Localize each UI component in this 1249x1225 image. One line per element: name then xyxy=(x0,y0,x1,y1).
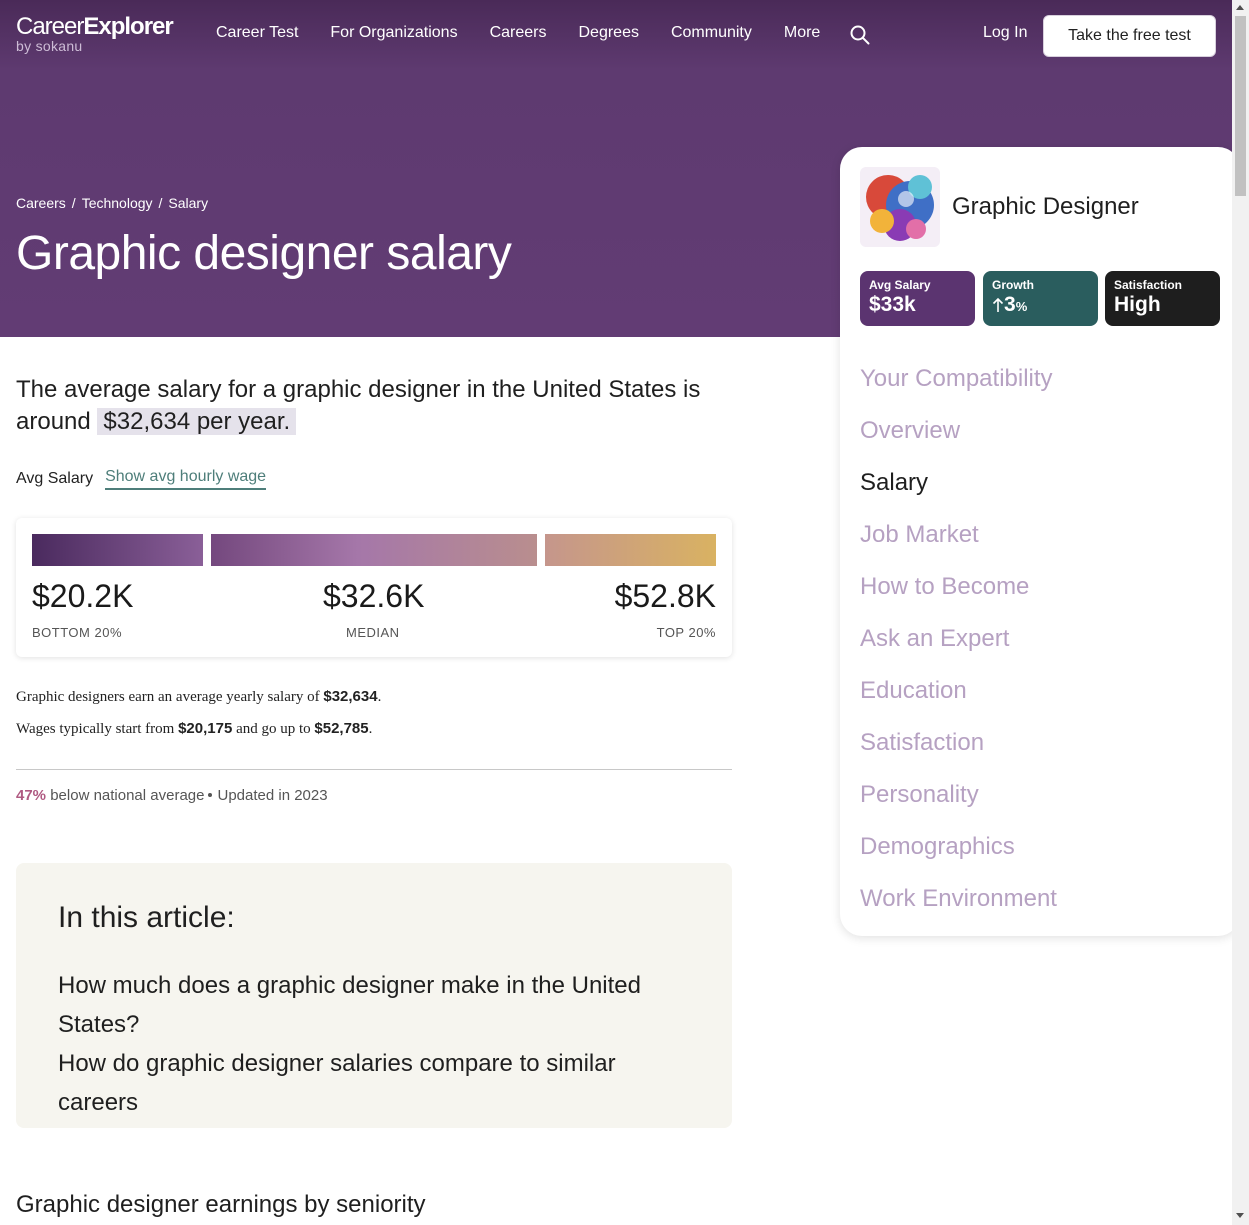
avg-salary-label: Avg Salary xyxy=(16,470,94,487)
side-nav-work-environment[interactable]: Work Environment xyxy=(860,873,1057,925)
side-nav-satisfaction[interactable]: Satisfaction xyxy=(860,717,1057,769)
divider xyxy=(16,769,732,770)
salary-detail-range: Wages typically start from $20,175 and g… xyxy=(16,720,373,737)
salary-range-card: $20.2K $32.6K $52.8K BOTTOM 20% MEDIAN T… xyxy=(16,518,732,657)
logo[interactable]: CareerExplorer by sokanu xyxy=(16,13,174,54)
updated-text: Updated in 2023 xyxy=(217,787,328,804)
career-thumbnail xyxy=(860,167,940,247)
salary-detail-average: Graphic designers earn an average yearly… xyxy=(16,688,382,705)
avg-salary-stat: Avg Salary $33k xyxy=(860,271,975,326)
nav-for-organizations[interactable]: For Organizations xyxy=(330,24,457,42)
scroll-up-arrow-icon[interactable] xyxy=(1236,5,1244,10)
side-nav-compatibility[interactable]: Your Compatibility xyxy=(860,353,1057,405)
side-nav-salary[interactable]: Salary xyxy=(860,457,1057,509)
breadcrumb-separator: / xyxy=(158,195,163,211)
growth-stat: Growth 3% xyxy=(983,271,1098,326)
bullet-separator xyxy=(208,793,213,798)
range-low-caption: BOTTOM 20% xyxy=(32,625,123,640)
range-bar-top xyxy=(545,534,716,566)
toc-title: In this article: xyxy=(58,901,235,934)
search-icon[interactable] xyxy=(850,25,870,45)
page-title: Graphic designer salary xyxy=(16,227,512,280)
logo-wordmark: CareerExplorer xyxy=(16,13,174,40)
side-nav-how-to-become[interactable]: How to Become xyxy=(860,561,1057,613)
toc-item-how-much[interactable]: How much does a graphic designer make in… xyxy=(58,966,698,1044)
side-nav-personality[interactable]: Personality xyxy=(860,769,1057,821)
side-nav-ask-expert[interactable]: Ask an Expert xyxy=(860,613,1057,665)
top-nav: CareerExplorer by sokanu Career Test For… xyxy=(0,0,1232,70)
satisfaction-stat: Satisfaction High xyxy=(1105,271,1220,326)
logo-subtitle: by sokanu xyxy=(16,38,83,54)
career-side-card: Graphic Designer Avg Salary $33k Growth … xyxy=(840,147,1240,936)
range-high-value: $52.8K xyxy=(614,578,716,614)
table-of-contents: In this article: How much does a graphic… xyxy=(16,863,732,1128)
page-scrollbar[interactable] xyxy=(1232,0,1249,1225)
show-hourly-wage-link[interactable]: Show avg hourly wage xyxy=(105,468,267,490)
breadcrumb-technology[interactable]: Technology xyxy=(82,195,153,211)
scroll-down-arrow-icon[interactable] xyxy=(1236,1213,1244,1218)
nav-community[interactable]: Community xyxy=(671,24,752,42)
breadcrumb: Careers / Technology / Salary xyxy=(16,195,208,211)
salary-highlight: $32,634 per year. xyxy=(97,408,297,435)
salary-lead: The average salary for a graphic designe… xyxy=(16,376,701,435)
below-average-percent: 47% xyxy=(16,787,47,804)
nav-more[interactable]: More xyxy=(784,24,820,42)
nav-links: Career Test For Organizations Careers De… xyxy=(216,24,852,42)
nav-careers[interactable]: Careers xyxy=(490,24,547,42)
range-mid-caption: MEDIAN xyxy=(346,625,400,640)
seniority-heading: Graphic designer earnings by seniority xyxy=(16,1191,426,1218)
side-nav-education[interactable]: Education xyxy=(860,665,1057,717)
take-test-button[interactable]: Take the free test xyxy=(1043,15,1216,57)
toc-item-compare[interactable]: How do graphic designer salaries compare… xyxy=(58,1044,698,1122)
nav-degrees[interactable]: Degrees xyxy=(578,24,638,42)
scrollbar-thumb[interactable] xyxy=(1235,16,1246,196)
range-bar-bottom xyxy=(32,534,203,566)
breadcrumb-separator: / xyxy=(71,195,76,211)
salary-meta: 47% below national average Updated in 202… xyxy=(16,787,328,804)
range-high-caption: TOP 20% xyxy=(656,625,716,640)
side-nav-demographics[interactable]: Demographics xyxy=(860,821,1057,873)
range-low-value: $20.2K xyxy=(32,578,134,614)
career-title: Graphic Designer xyxy=(952,193,1139,220)
range-mid-value: $32.6K xyxy=(323,578,425,614)
nav-career-test[interactable]: Career Test xyxy=(216,24,298,42)
side-nav-job-market[interactable]: Job Market xyxy=(860,509,1057,561)
salary-toggle: Avg Salary Show avg hourly wage xyxy=(16,468,267,490)
breadcrumb-careers[interactable]: Careers xyxy=(16,195,66,211)
range-bar-median xyxy=(211,534,537,566)
arrow-up-icon xyxy=(992,297,1004,312)
side-nav-overview[interactable]: Overview xyxy=(860,405,1057,457)
login-link[interactable]: Log In xyxy=(983,24,1027,42)
breadcrumb-salary[interactable]: Salary xyxy=(168,195,208,211)
career-section-nav: Your Compatibility Overview Salary Job M… xyxy=(860,353,1057,925)
